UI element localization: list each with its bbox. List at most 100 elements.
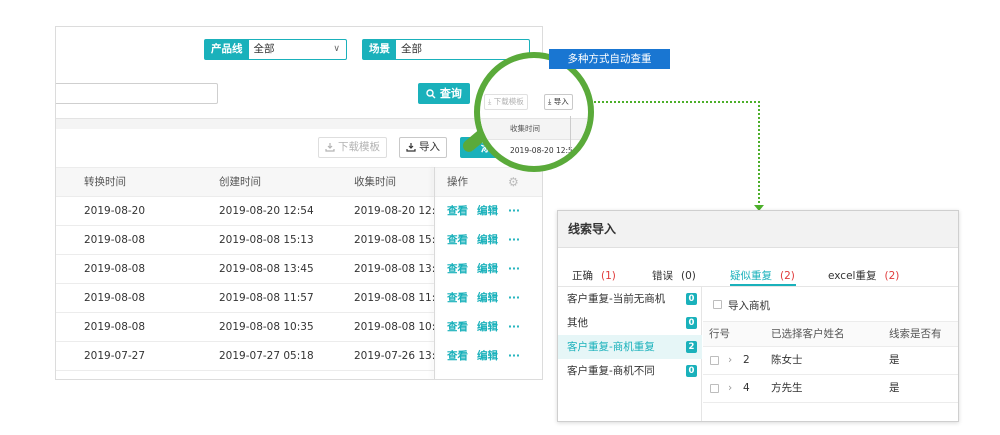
cell-create-time: 2019-08-08 15:13 [219,234,314,246]
chevron-down-icon: ∨ [333,44,340,54]
category-label: 客户重复-当前无商机 [567,293,666,305]
category-item[interactable]: 其他 0 [558,311,702,335]
table-row: › 4 方先生 是 [703,375,958,403]
more-link[interactable]: ··· [508,342,520,370]
th-lead-has: 线索是否有 [889,328,942,340]
th-create-time: 创建时间 [219,176,261,188]
row-checkbox[interactable] [710,384,719,393]
cell-lead-has: 是 [889,382,900,394]
view-link[interactable]: 查看 [447,342,468,370]
duplicate-category-list: 客户重复-当前无商机 0 其他 0 客户重复-商机重复 2 客户重复-商机不同 … [558,287,702,421]
gear-icon[interactable]: ⚙ [508,168,519,196]
th-line-number: 行号 [709,328,730,340]
scene-select[interactable]: 场景 全部 [362,39,530,60]
th-actions: 操作 [447,176,468,188]
import-label: 导入 [419,141,440,153]
edit-link[interactable]: 编辑 [477,284,498,312]
cell-convert-time: 2019-08-08 [84,263,146,275]
tab-label: 错误 [652,270,673,282]
tab-correct[interactable]: 正确 (1) [572,268,616,283]
cell-create-time: 2019-07-27 05:18 [219,350,314,362]
more-link[interactable]: ··· [508,226,520,254]
lens-import-button: ⤓ 导入 [544,94,573,110]
tab-excel-duplicate[interactable]: excel重复 (2) [828,268,899,283]
download-icon: ⤓ [488,97,492,106]
lens-download-template-button: ⤓ 下载模板 [484,94,528,110]
magnifier-content: ⤓ 下载模板 ⤓ 导入 收集时间 2019-08-20 12:5 [480,58,588,166]
view-link[interactable]: 查看 [447,255,468,283]
category-count-badge: 0 [686,317,697,329]
cell-convert-time: 2019-08-20 [84,205,146,217]
download-icon: ⤓ [548,97,552,106]
query-button-label: 查询 [439,87,462,100]
more-link[interactable]: ··· [508,255,520,283]
category-item[interactable]: 客户重复-商机不同 0 [558,359,702,383]
view-link[interactable]: 查看 [447,226,468,254]
chevron-right-icon[interactable]: › [728,375,732,402]
query-button[interactable]: 查询 [418,83,470,104]
tab-label: 疑似重复 [730,270,772,282]
chevron-right-icon[interactable]: › [728,347,732,374]
view-link[interactable]: 查看 [447,313,468,341]
cell-create-time: 2019-08-08 11:57 [219,292,314,304]
search-icon [426,89,436,99]
lens-cell-collect-time: 2019-08-20 12:5 [510,146,573,155]
more-link[interactable]: ··· [508,284,520,312]
product-line-label: 产品线 [205,40,249,59]
connector-line [758,101,760,207]
cell-collect-time: 2019-07-26 13: [354,350,436,362]
edit-link[interactable]: 编辑 [477,255,498,283]
view-link[interactable]: 查看 [447,284,468,312]
connector-line [594,101,760,103]
cell-collect-time: 2019-08-08 10:3 [354,321,442,333]
more-link[interactable]: ··· [508,313,520,341]
category-count-badge: 0 [686,293,697,305]
magnifier-lens: ⤓ 下载模板 ⤓ 导入 收集时间 2019-08-20 12:5 [474,52,594,172]
cell-lead-has: 是 [889,354,900,366]
category-item[interactable]: 客户重复-商机重复 2 [558,335,702,359]
tab-suspected-duplicate[interactable]: 疑似重复 (2) [730,268,795,283]
row-actions: 查看 编辑 ··· [435,313,542,342]
tab-count: (0) [681,270,696,282]
row-checkbox[interactable] [710,356,719,365]
product-line-select[interactable]: 产品线 全部 ∨ [204,39,347,60]
search-input[interactable] [56,83,218,104]
dialog-title: 线索导入 [558,211,958,248]
tab-label: 正确 [572,270,593,282]
download-icon [406,143,416,152]
edit-link[interactable]: 编辑 [477,313,498,341]
cell-line-number: 2 [743,354,750,366]
scene-label: 场景 [363,40,396,59]
data-table-card: 下载模板 导入 +添加 转换时间 创建时间 收集时间 操作 ⚙ 2019-08-… [56,129,542,379]
view-link[interactable]: 查看 [447,197,468,225]
category-count-badge: 2 [686,341,697,353]
edit-link[interactable]: 编辑 [477,197,498,225]
lead-import-dialog: 线索导入 正确 (1) 错误 (0) 疑似重复 (2) excel重复 (2) 客户重复… [557,210,959,422]
result-table-header: 行号 已选择客户姓名 线索是否有 [703,321,958,347]
th-convert-time: 转换时间 [84,176,126,188]
download-template-button[interactable]: 下载模板 [318,137,387,158]
import-button[interactable]: 导入 [399,137,447,158]
cell-collect-time: 2019-08-08 15:1 [354,234,442,246]
cell-create-time: 2019-08-08 10:35 [219,321,314,333]
cell-collect-time: 2019-08-20 12:5 [354,205,442,217]
edit-link[interactable]: 编辑 [477,226,498,254]
filter-bar: 产品线 全部 ∨ 场景 全部 查询 [56,27,542,119]
tab-count: (2) [780,270,795,282]
import-business-label: 导入商机 [728,300,770,312]
download-template-label: 下载模板 [338,141,380,153]
lens-header-collect-time: 收集时间 [510,124,540,133]
more-link[interactable]: ··· [508,197,520,225]
edit-link[interactable]: 编辑 [477,342,498,370]
cell-convert-time: 2019-08-08 [84,234,146,246]
th-customer-name: 已选择客户姓名 [771,328,845,340]
tab-error[interactable]: 错误 (0) [652,268,696,283]
lens-import-label: 导入 [553,97,569,106]
category-count-badge: 0 [686,365,697,377]
row-actions: 查看 编辑 ··· [435,342,542,371]
import-business-checkbox[interactable] [713,300,722,309]
cell-customer-name: 陈女士 [771,354,803,366]
category-label: 客户重复-商机重复 [567,341,655,353]
category-item[interactable]: 客户重复-当前无商机 0 [558,287,702,311]
lens-divider [570,116,571,156]
